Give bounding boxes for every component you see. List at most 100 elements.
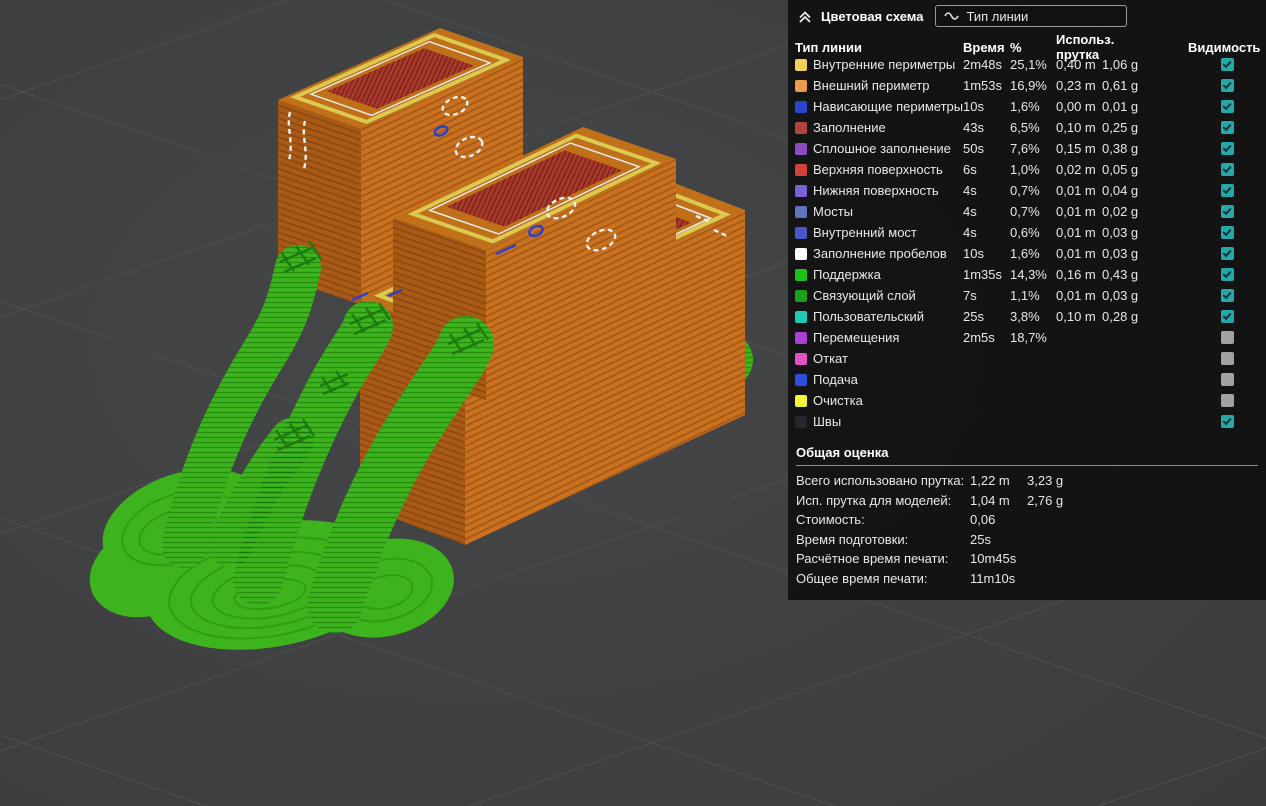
time-value: 1m53s bbox=[963, 78, 1003, 93]
line-type-color-swatch bbox=[795, 121, 807, 134]
summary-label: Исп. прутка для моделей: bbox=[796, 492, 952, 508]
line-type-wave-icon bbox=[944, 11, 960, 21]
line-type-color-swatch bbox=[795, 247, 807, 260]
col-visibility: Видимость bbox=[1188, 39, 1261, 55]
summary-title: Общая оценка bbox=[796, 444, 889, 460]
time-value: 7s bbox=[963, 288, 977, 303]
summary-value-1: 0,06 bbox=[970, 512, 996, 528]
legend-row: Швы bbox=[788, 411, 1266, 432]
line-type-label: Нижняя поверхность bbox=[813, 183, 939, 198]
filament-weight-value: 0,43 g bbox=[1102, 267, 1139, 282]
filament-length-value: 0,10 m bbox=[1056, 309, 1096, 324]
line-type-label: Внутренние периметры bbox=[813, 57, 956, 72]
visibility-checkbox[interactable] bbox=[1220, 247, 1234, 260]
time-value: 4s bbox=[963, 225, 977, 240]
line-type-label: Пользовательский bbox=[813, 309, 925, 324]
filament-weight-value: 0,04 g bbox=[1102, 183, 1139, 198]
visibility-checkbox[interactable] bbox=[1220, 121, 1234, 134]
line-type-label: Верхняя поверхность bbox=[813, 162, 943, 177]
collapse-legend-icon[interactable] bbox=[796, 7, 814, 25]
gcode-preview-window: Цветовая схема Тип линии Тип линии Время… bbox=[0, 0, 1266, 806]
legend-row: Заполнение 43s 6,5% 0,10 m 0,25 g bbox=[788, 117, 1266, 138]
visibility-checkbox[interactable] bbox=[1220, 310, 1234, 323]
visibility-checkbox[interactable] bbox=[1220, 352, 1234, 365]
line-type-color-swatch bbox=[795, 163, 807, 176]
summary-divider bbox=[796, 465, 1258, 466]
time-value: 4s bbox=[963, 183, 977, 198]
line-type-label: Мосты bbox=[813, 204, 854, 219]
filament-weight-value: 0,25 g bbox=[1102, 120, 1139, 135]
line-type-label: Перемещения bbox=[813, 330, 900, 345]
visibility-checkbox[interactable] bbox=[1220, 268, 1234, 281]
line-type-label: Откат bbox=[813, 351, 848, 366]
summary-value-2: 2,76 g bbox=[1027, 492, 1064, 508]
legend-table-header: Тип линии Время % Использ. прутка Видимо… bbox=[788, 32, 1266, 62]
line-type-label: Внешний периметр bbox=[813, 78, 930, 93]
time-value: 6s bbox=[963, 162, 977, 177]
filament-length-value: 0,01 m bbox=[1056, 246, 1096, 261]
line-type-color-swatch bbox=[795, 352, 807, 365]
filament-length-value: 0,40 m bbox=[1056, 57, 1096, 72]
time-value: 2m48s bbox=[963, 57, 1003, 72]
filament-length-value: 0,01 m bbox=[1056, 225, 1096, 240]
visibility-checkbox[interactable] bbox=[1220, 373, 1234, 386]
line-type-color-swatch bbox=[795, 226, 807, 239]
summary-value-1: 11m10s bbox=[970, 570, 1016, 586]
line-type-color-swatch bbox=[795, 184, 807, 197]
legend-row: Нависающие периметры 10s 1,6% 0,00 m 0,0… bbox=[788, 96, 1266, 117]
summary-rows: Всего использовано прутка: 1,22 m 3,23 g… bbox=[796, 471, 1258, 588]
percent-value: 1,1% bbox=[1010, 288, 1040, 303]
visibility-checkbox[interactable] bbox=[1220, 331, 1234, 344]
filament-length-value: 0,02 m bbox=[1056, 162, 1096, 177]
view-type-dropdown[interactable]: Тип линии bbox=[935, 5, 1128, 27]
time-value: 50s bbox=[963, 141, 984, 156]
visibility-checkbox[interactable] bbox=[1220, 163, 1234, 176]
time-value: 10s bbox=[963, 246, 984, 261]
time-value: 25s bbox=[963, 309, 984, 324]
filament-weight-value: 0,03 g bbox=[1102, 225, 1139, 240]
summary-row: Стоимость: 0,06 bbox=[796, 510, 1258, 530]
filament-length-value: 0,01 m bbox=[1056, 288, 1096, 303]
line-type-label: Заполнение bbox=[813, 120, 886, 135]
filament-length-value: 0,23 m bbox=[1056, 78, 1096, 93]
filament-weight-value: 0,28 g bbox=[1102, 309, 1139, 324]
legend-row: Внутренний мост 4s 0,6% 0,01 m 0,03 g bbox=[788, 222, 1266, 243]
line-type-label: Подача bbox=[813, 372, 858, 387]
line-type-label: Сплошное заполнение bbox=[813, 141, 951, 156]
filament-weight-value: 0,03 g bbox=[1102, 288, 1139, 303]
filament-weight-value: 0,05 g bbox=[1102, 162, 1139, 177]
visibility-checkbox[interactable] bbox=[1220, 184, 1234, 197]
line-type-label: Заполнение пробелов bbox=[813, 246, 947, 261]
summary-row: Общее время печати: 11m10s bbox=[796, 569, 1258, 589]
visibility-checkbox[interactable] bbox=[1220, 205, 1234, 218]
summary-row: Время подготовки: 25s bbox=[796, 530, 1258, 550]
legend-row: Подача bbox=[788, 369, 1266, 390]
filament-weight-value: 0,38 g bbox=[1102, 141, 1139, 156]
filament-weight-value: 0,03 g bbox=[1102, 246, 1139, 261]
visibility-checkbox[interactable] bbox=[1220, 226, 1234, 239]
line-type-color-swatch bbox=[795, 289, 807, 302]
time-value: 2m5s bbox=[963, 330, 995, 345]
filament-length-value: 0,15 m bbox=[1056, 141, 1096, 156]
time-value: 10s bbox=[963, 99, 984, 114]
percent-value: 14,3% bbox=[1010, 267, 1047, 282]
visibility-checkbox[interactable] bbox=[1220, 58, 1234, 71]
legend-row: Поддержка 1m35s 14,3% 0,16 m 0,43 g bbox=[788, 264, 1266, 285]
filament-length-value: 0,10 m bbox=[1056, 120, 1096, 135]
visibility-checkbox[interactable] bbox=[1220, 415, 1234, 428]
visibility-checkbox[interactable] bbox=[1220, 100, 1234, 113]
visibility-checkbox[interactable] bbox=[1220, 394, 1234, 407]
legend-row: Откат bbox=[788, 348, 1266, 369]
visibility-checkbox[interactable] bbox=[1220, 79, 1234, 92]
summary-value-1: 1,04 m bbox=[970, 492, 1010, 508]
line-type-color-swatch bbox=[795, 142, 807, 155]
filament-weight-value: 0,61 g bbox=[1102, 78, 1139, 93]
visibility-checkbox[interactable] bbox=[1220, 289, 1234, 302]
summary-row: Расчётное время печати: 10m45s bbox=[796, 549, 1258, 569]
filament-weight-value: 0,01 g bbox=[1102, 99, 1139, 114]
line-type-label: Очистка bbox=[813, 393, 863, 408]
view-dropdown-value: Тип линии bbox=[966, 8, 1029, 24]
legend-rows: Внутренние периметры 2m48s 25,1% 0,40 m … bbox=[788, 54, 1266, 432]
time-value: 43s bbox=[963, 120, 984, 135]
visibility-checkbox[interactable] bbox=[1220, 142, 1234, 155]
